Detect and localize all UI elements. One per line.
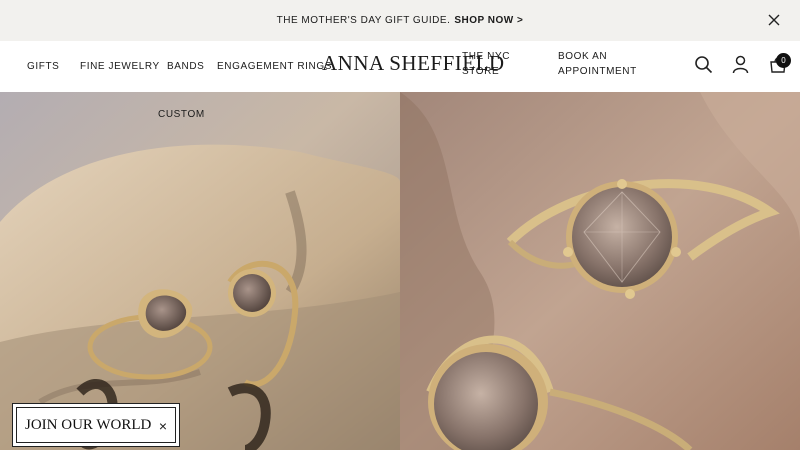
shop-now-link[interactable]: SHOP NOW > [454,15,523,26]
nav-engagement-rings[interactable]: ENGAGEMENT RINGS [217,59,332,74]
nav-appointment-line1: BOOK AN [558,51,608,62]
close-icon[interactable] [766,12,782,28]
hero-image-left[interactable] [0,92,400,450]
nav-custom[interactable]: CUSTOM [158,109,205,120]
join-our-world-popup[interactable]: JOIN OUR WORLD × [12,403,180,447]
cart-count-badge: 0 [776,53,791,68]
close-icon[interactable]: × [159,418,167,434]
nav-book-appointment[interactable]: BOOK AN APPOINTMENT [558,49,637,79]
announcement-bar: THE MOTHER'S DAY GIFT GUIDE. SHOP NOW > [0,0,800,41]
nav-appointment-line2: APPOINTMENT [558,66,637,77]
nav-bands[interactable]: BANDS [167,59,204,74]
hero-image-right[interactable] [400,92,800,450]
nav-fine-jewelry[interactable]: FINE JEWELRY [80,59,160,74]
ring-photo-right [400,92,800,450]
join-label: JOIN OUR WORLD [25,416,152,433]
site-header: GIFTS FINE JEWELRY BANDS ENGAGEMENT RING… [0,41,800,92]
rings-photo-left [0,92,400,450]
nav-nyc-store-line1: THE NYC [462,51,511,62]
nav-nyc-store-line2: STORE [462,66,500,77]
announcement-text: THE MOTHER'S DAY GIFT GUIDE. [276,15,451,26]
nav-nyc-store[interactable]: THE NYC STORE [462,49,510,79]
hero-section: CUSTOM [0,92,800,450]
search-icon[interactable] [694,55,713,74]
account-icon[interactable] [732,55,749,74]
nav-gifts[interactable]: GIFTS [27,59,59,74]
